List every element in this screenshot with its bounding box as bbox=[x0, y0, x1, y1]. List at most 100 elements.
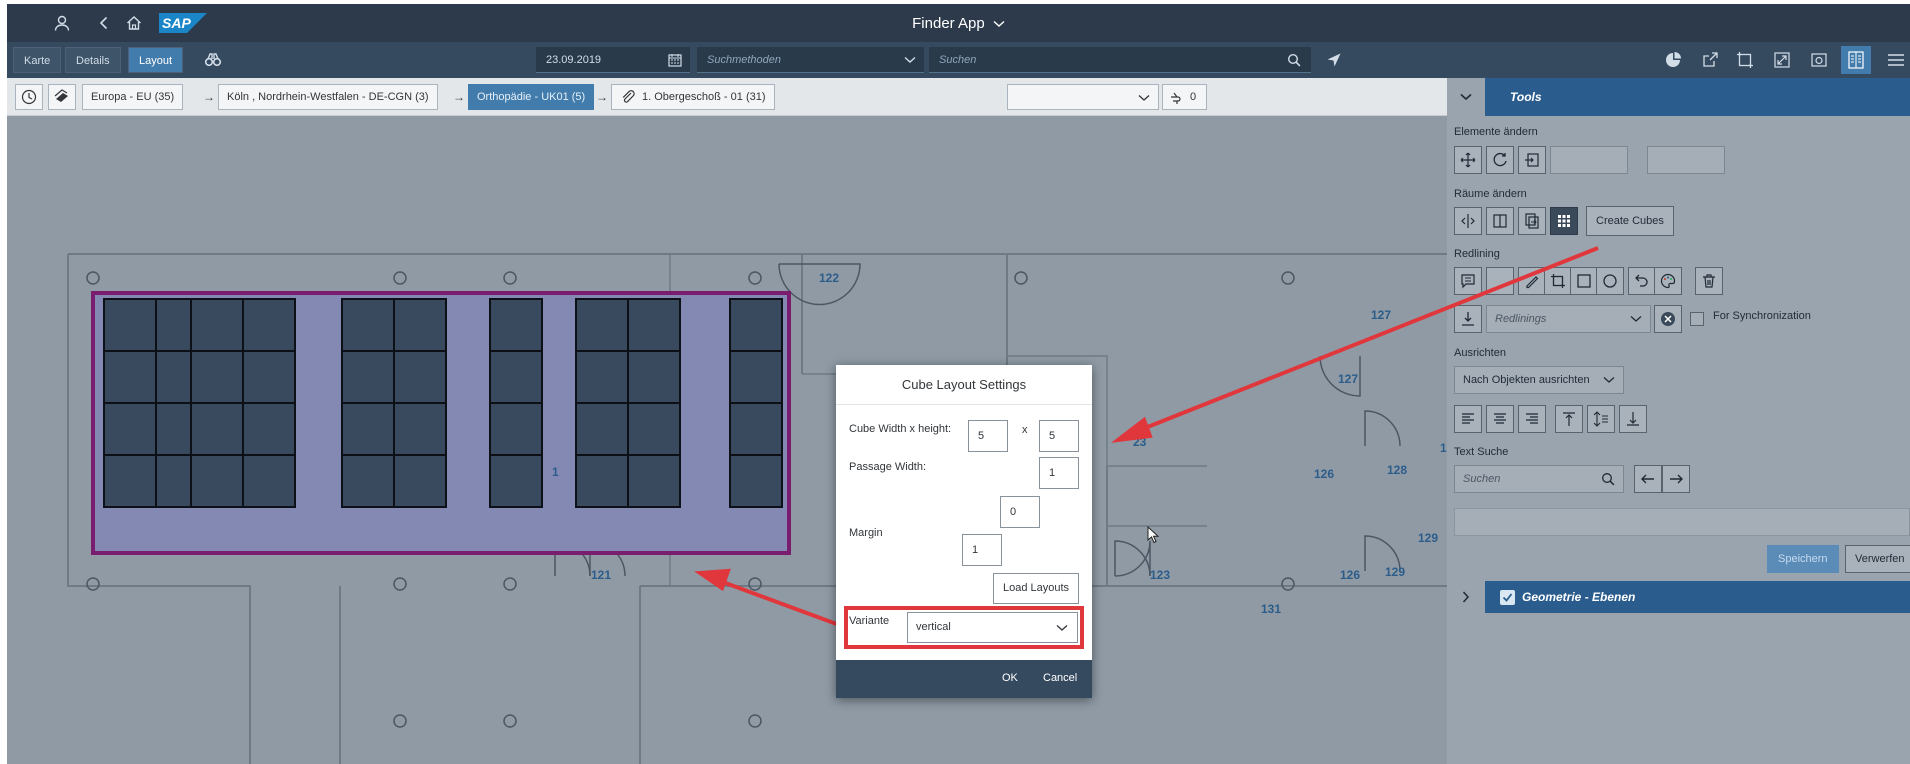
hand-icon bbox=[1171, 92, 1181, 104]
palette-icon bbox=[1660, 273, 1676, 289]
passage-width-input[interactable]: 1 bbox=[1039, 457, 1079, 489]
search-placeholder: Suchen bbox=[939, 54, 977, 66]
cube-cells bbox=[103, 298, 783, 508]
geometry-layers-bar[interactable]: Geometrie - Ebenen bbox=[1447, 581, 1910, 613]
selection-count-button[interactable]: 0 bbox=[1162, 84, 1207, 110]
discard-button[interactable]: Verwerfen bbox=[1845, 545, 1910, 573]
history-button[interactable] bbox=[15, 84, 43, 110]
margin-top-input[interactable]: 0 bbox=[1000, 496, 1040, 528]
comment-button[interactable] bbox=[1454, 267, 1482, 295]
arrow-right-icon: → bbox=[453, 90, 465, 104]
download-button[interactable] bbox=[1454, 305, 1482, 333]
room-number: 23 bbox=[1133, 435, 1147, 449]
cube-width-value: 5 bbox=[978, 430, 985, 442]
search-icon[interactable] bbox=[1287, 53, 1301, 67]
load-layouts-button[interactable]: Load Layouts bbox=[993, 573, 1080, 604]
rectangle-button[interactable] bbox=[1570, 267, 1598, 295]
breadcrumb-item-koeln[interactable]: Köln , Nordrhein-Westfalen - DE-CGN (3) bbox=[218, 84, 438, 110]
align-left-button[interactable] bbox=[1454, 405, 1482, 433]
app-title[interactable]: Finder App bbox=[7, 15, 1910, 32]
sync-checkbox[interactable] bbox=[1690, 312, 1704, 326]
save-button[interactable]: Speichern bbox=[1767, 545, 1839, 573]
align-top-button[interactable] bbox=[1555, 405, 1583, 433]
search-method-select[interactable]: Suchmethoden bbox=[697, 47, 924, 73]
cancel-button[interactable]: Cancel bbox=[1043, 672, 1077, 684]
align-right-button[interactable] bbox=[1518, 405, 1546, 433]
cube-height-value: 5 bbox=[1049, 430, 1056, 442]
date-value: 23.09.2019 bbox=[546, 54, 602, 66]
split-icon bbox=[1461, 214, 1475, 228]
calendar-icon[interactable] bbox=[668, 53, 682, 67]
clear-button[interactable] bbox=[1654, 305, 1682, 333]
cube-cell bbox=[190, 350, 244, 404]
align-center-button[interactable] bbox=[1486, 405, 1514, 433]
floor-select[interactable] bbox=[1007, 84, 1159, 110]
next-result-button[interactable] bbox=[1662, 465, 1690, 493]
results-select[interactable] bbox=[1454, 508, 1910, 536]
breadcrumb-item-obergeschoss[interactable]: 1. Obergeschoß - 01 (31) bbox=[611, 84, 775, 110]
cube-cell bbox=[393, 454, 447, 508]
circle-button[interactable] bbox=[1596, 267, 1624, 295]
align-bottom-button[interactable] bbox=[1619, 405, 1647, 433]
share-icon[interactable] bbox=[1701, 51, 1719, 69]
cube-height-input[interactable]: 5 bbox=[1039, 420, 1079, 452]
binoculars-icon[interactable] bbox=[204, 51, 222, 69]
camera-icon[interactable] bbox=[1810, 51, 1828, 69]
geometry-checkbox[interactable] bbox=[1500, 590, 1515, 605]
locate-icon[interactable] bbox=[1325, 51, 1343, 69]
room-number: 129 bbox=[1418, 531, 1438, 545]
clock-icon bbox=[21, 89, 37, 105]
merge-room-button[interactable] bbox=[1518, 207, 1546, 235]
tools-collapse-button[interactable] bbox=[1447, 78, 1485, 116]
undo-icon bbox=[1635, 274, 1648, 287]
date-field[interactable]: 23.09.2019 bbox=[536, 47, 690, 73]
ok-button[interactable]: OK bbox=[1002, 672, 1018, 684]
pen-button[interactable] bbox=[1518, 267, 1546, 295]
floorplan-canvas[interactable]: 122 127 127 126 128 129 129 121 123 126 … bbox=[7, 116, 1447, 764]
rotate-button[interactable] bbox=[1486, 146, 1514, 174]
breadcrumb-item-orthopaedie[interactable]: Orthopädie - UK01 (5) bbox=[468, 84, 595, 110]
polygon-button[interactable] bbox=[1544, 267, 1572, 295]
divide-room-button[interactable] bbox=[1486, 207, 1514, 235]
align-select[interactable]: Nach Objekten ausrichten bbox=[1454, 366, 1624, 394]
move-button[interactable] bbox=[1454, 146, 1482, 174]
margin-left-input[interactable]: 1 bbox=[962, 534, 1002, 566]
align-bottom-icon bbox=[1627, 412, 1639, 426]
grid-button[interactable] bbox=[1550, 207, 1578, 235]
previous-result-button[interactable] bbox=[1634, 465, 1662, 493]
cube-width-input[interactable]: 5 bbox=[968, 420, 1008, 452]
search-icon[interactable] bbox=[1601, 472, 1615, 486]
tab-layout[interactable]: Layout bbox=[128, 47, 184, 73]
tab-details[interactable]: Details bbox=[65, 47, 121, 73]
create-cubes-button[interactable]: Create Cubes bbox=[1586, 206, 1674, 236]
check-icon bbox=[1502, 593, 1513, 602]
undo-button[interactable] bbox=[1628, 267, 1656, 295]
element-field-1[interactable] bbox=[1550, 146, 1628, 174]
line-button[interactable] bbox=[1486, 267, 1514, 295]
crop-icon[interactable] bbox=[1736, 51, 1754, 69]
tab-karte[interactable]: Karte bbox=[13, 47, 62, 73]
mouse-cursor-icon bbox=[1147, 526, 1159, 544]
layers-button[interactable] bbox=[48, 84, 76, 110]
panel-toggle-button[interactable] bbox=[1841, 46, 1871, 74]
element-field-2[interactable] bbox=[1647, 146, 1725, 174]
align-middle-button[interactable] bbox=[1587, 405, 1615, 433]
redlinings-select[interactable]: Redlinings bbox=[1486, 305, 1651, 333]
delete-button[interactable] bbox=[1695, 267, 1723, 295]
pie-chart-icon[interactable] bbox=[1664, 51, 1682, 69]
floorplan[interactable]: 122 127 127 126 128 129 129 121 123 126 … bbox=[7, 116, 1447, 764]
insert-button[interactable] bbox=[1518, 146, 1546, 174]
breadcrumb-item-europa[interactable]: Europa - EU (35) bbox=[82, 84, 184, 110]
cube-layout-dialog: Cube Layout Settings Cube Width x height… bbox=[836, 365, 1092, 698]
tools-panel: Tools Elemente ändern Räume ändern Creat… bbox=[1447, 78, 1910, 764]
cancel-label: Cancel bbox=[1043, 672, 1078, 684]
geometry-expand-button[interactable] bbox=[1447, 581, 1485, 613]
text-search-input[interactable]: Suchen bbox=[1454, 465, 1624, 493]
search-input[interactable]: Suchen bbox=[929, 47, 1311, 73]
expand-icon[interactable] bbox=[1773, 51, 1791, 69]
split-room-button[interactable] bbox=[1454, 207, 1482, 235]
cube-cell bbox=[729, 402, 783, 456]
section-redlining-label: Redlining bbox=[1454, 248, 1500, 260]
menu-icon[interactable] bbox=[1887, 51, 1905, 69]
palette-button[interactable] bbox=[1654, 267, 1682, 295]
